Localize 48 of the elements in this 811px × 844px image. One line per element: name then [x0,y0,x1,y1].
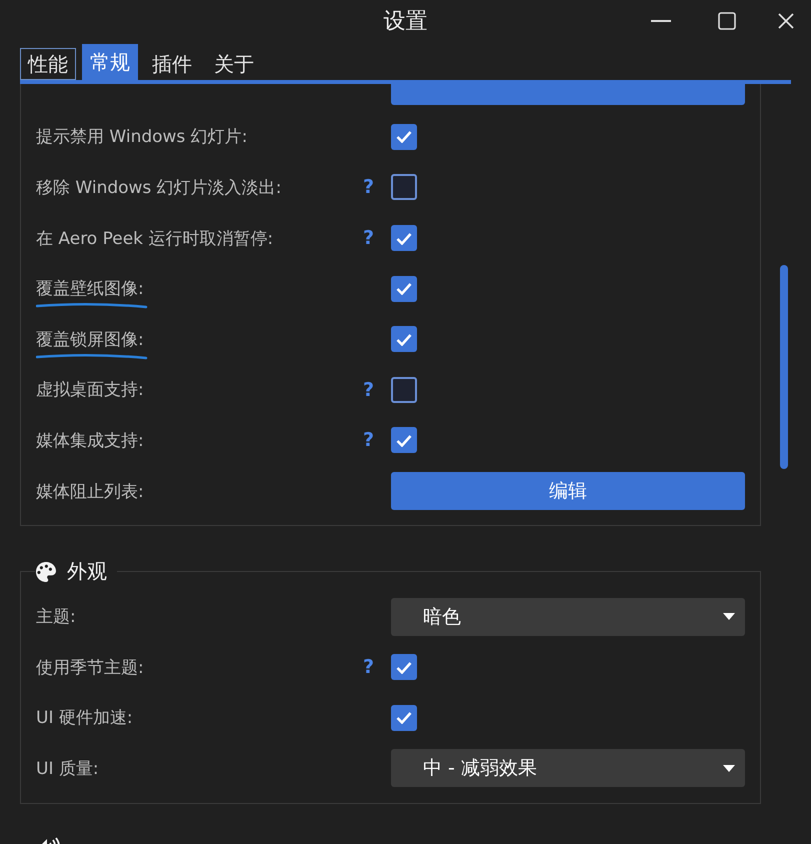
setting-label: UI 质量: [36,758,99,779]
checkmark-icon [396,434,412,447]
checkmark-icon [396,282,412,296]
tab[interactable]: 性能 [20,48,76,80]
close-icon[interactable] [778,13,794,29]
checkbox[interactable] [391,124,417,150]
setting-label: 使用季节主题: [36,658,144,678]
setting-label: UI 硬件加速: [36,708,133,728]
setting-label: 媒体集成支持: [36,430,144,451]
edit-button[interactable]: 编辑 [391,472,745,510]
setting-label: 覆盖锁屏图像: [36,330,144,350]
checkbox[interactable] [391,326,417,352]
caret-icon [723,764,735,772]
checkmark-icon [396,130,412,144]
dropdown[interactable]: 中 - 减弱效果 [391,749,745,788]
checkbox[interactable] [391,225,417,252]
maximize-icon[interactable] [718,12,736,30]
setting-label: 在 Aero Peek 运行时取消暂停: [36,228,274,249]
section-title: 外观 [67,558,107,586]
palette-icon [35,560,57,583]
setting-label: 覆盖壁纸图像: [36,279,144,300]
setting-label: 主题: [36,607,76,628]
help-icon[interactable]: ? [359,429,374,452]
window-title: 设置 [384,8,428,36]
setting-label: 提示禁用 Windows 幻灯片: [36,127,248,148]
checkbox[interactable] [391,174,417,200]
checkbox[interactable] [391,276,417,302]
scrollbar-thumb[interactable] [780,265,788,469]
setting-label: 虚拟桌面支持: [36,380,144,400]
tab[interactable]: 关于 [206,48,262,80]
checkbox[interactable] [391,654,417,680]
checkmark-icon [396,711,412,724]
checkbox[interactable] [391,376,417,403]
checkbox[interactable] [391,704,417,731]
checkmark-icon [396,332,412,346]
help-icon[interactable]: ? [359,656,374,678]
dropdown[interactable]: 暗色 [391,598,745,636]
help-icon[interactable]: ? [359,378,374,401]
setting-label: 媒体阻止列表: [36,482,144,502]
checkmark-icon [396,660,412,674]
setting-label: 移除 Windows 幻灯片淡入淡出: [36,178,282,198]
caret-icon [723,613,735,620]
checkbox[interactable] [391,427,417,454]
tab[interactable]: 常规 [82,44,138,80]
help-icon[interactable]: ? [359,176,374,198]
checkmark-icon [396,232,412,245]
tab[interactable]: 插件 [144,48,200,80]
help-icon[interactable]: ? [359,227,374,250]
